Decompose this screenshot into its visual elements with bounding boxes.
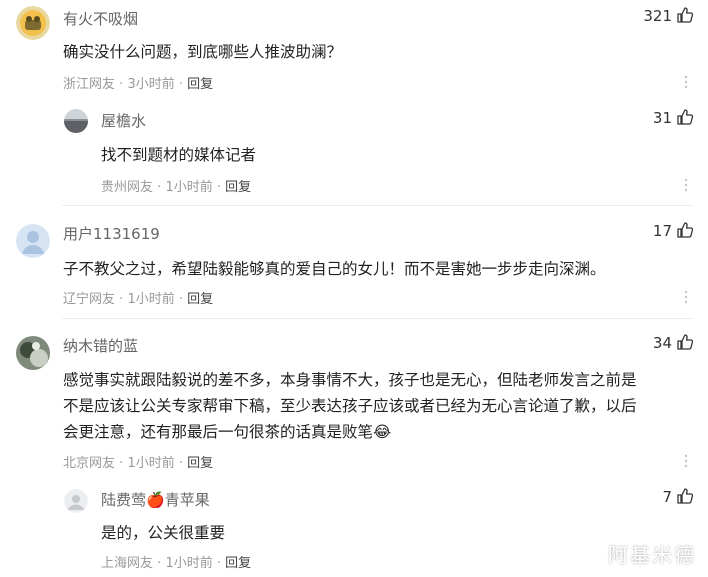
avatar[interactable] bbox=[16, 336, 50, 370]
thumbs-up-icon[interactable] bbox=[676, 487, 694, 509]
reply-button[interactable]: 回复 bbox=[225, 180, 251, 195]
comment-meta: 贵州网友 · 1小时前 · 回复 bbox=[101, 176, 251, 195]
comment-meta: 辽宁网友 · 1小时前 · 回复 bbox=[63, 288, 213, 307]
more-icon[interactable] bbox=[684, 289, 688, 308]
time: 1小时前 bbox=[127, 456, 175, 471]
time: 1小时前 bbox=[127, 292, 175, 307]
comment-text-line: 会更注意，还有那最后一句很茶的话真是败笔😂 bbox=[63, 419, 683, 445]
reply-button[interactable]: 回复 bbox=[187, 456, 213, 471]
location: 北京网友 bbox=[63, 456, 116, 471]
comment-meta: 上海网友 · 1小时前 · 回复 bbox=[101, 552, 251, 571]
thumbs-up-icon[interactable] bbox=[676, 6, 694, 28]
like-count: 7 bbox=[662, 488, 672, 506]
apple-emoji-icon: 🍎 bbox=[146, 491, 165, 509]
like-count: 17 bbox=[652, 222, 672, 240]
divider bbox=[62, 318, 694, 319]
meta-separator: · bbox=[119, 77, 124, 92]
thumbs-up-icon[interactable] bbox=[676, 108, 694, 130]
username[interactable]: 陆费莺🍎青苹果 bbox=[101, 489, 210, 510]
more-icon[interactable] bbox=[684, 177, 688, 196]
watermark: 阿基米德 bbox=[608, 543, 696, 567]
time: 3小时前 bbox=[127, 77, 175, 92]
comment-text-segment: 会更注意，还有那最后一句很茶的话真是败笔 bbox=[63, 423, 374, 441]
username[interactable]: 纳木错的蓝 bbox=[63, 335, 138, 356]
username-part: 青苹果 bbox=[164, 491, 210, 509]
meta-separator: · bbox=[216, 180, 221, 195]
meta-separator: · bbox=[157, 180, 162, 195]
comment-text-line: 不是应该让公关专家帮审下稿，至少表达孩子应该或者已经为无心言论道了歉，以后 bbox=[63, 397, 637, 415]
username[interactable]: 有火不吸烟 bbox=[63, 8, 138, 29]
comment-meta: 北京网友 · 1小时前 · 回复 bbox=[63, 452, 213, 471]
comment-meta: 浙江网友 · 3小时前 · 回复 bbox=[63, 73, 213, 92]
comment-text: 感觉事实就跟陆毅说的差不多，本身事情不大，孩子也是无心，但陆老师发言之前是 不是… bbox=[63, 367, 683, 445]
comment-text-line: 感觉事实就跟陆毅说的差不多，本身事情不大，孩子也是无心，但陆老师发言之前是 bbox=[63, 371, 637, 389]
reply-button[interactable]: 回复 bbox=[187, 292, 213, 307]
laughing-emoji-icon: 😂 bbox=[373, 423, 392, 441]
thumbs-up-icon[interactable] bbox=[676, 221, 694, 243]
reply-button[interactable]: 回复 bbox=[225, 556, 251, 571]
meta-separator: · bbox=[178, 456, 183, 471]
avatar[interactable] bbox=[64, 109, 88, 133]
like-count: 34 bbox=[652, 334, 672, 352]
comment-text: 是的，公关很重要 bbox=[101, 524, 226, 542]
like-count: 31 bbox=[652, 109, 672, 127]
time: 1小时前 bbox=[165, 180, 213, 195]
avatar[interactable] bbox=[64, 489, 88, 513]
meta-separator: · bbox=[119, 292, 124, 307]
meta-separator: · bbox=[178, 77, 183, 92]
avatar[interactable] bbox=[16, 6, 50, 40]
reply-button[interactable]: 回复 bbox=[187, 77, 213, 92]
more-icon[interactable] bbox=[684, 74, 688, 93]
meta-separator: · bbox=[178, 292, 183, 307]
location: 辽宁网友 bbox=[63, 292, 116, 307]
meta-separator: · bbox=[119, 456, 124, 471]
location: 浙江网友 bbox=[63, 77, 116, 92]
time: 1小时前 bbox=[165, 556, 213, 571]
more-icon[interactable] bbox=[684, 453, 688, 472]
username[interactable]: 用户1131619 bbox=[63, 223, 160, 244]
comment-text: 确实没什么问题，到底哪些人推波助澜？ bbox=[63, 43, 343, 61]
divider bbox=[62, 205, 694, 206]
username[interactable]: 屋檐水 bbox=[101, 110, 146, 131]
username-part: 陆费莺 bbox=[101, 491, 147, 509]
location: 贵州网友 bbox=[101, 180, 154, 195]
comment-text: 找不到题材的媒体记者 bbox=[101, 146, 257, 164]
location: 上海网友 bbox=[101, 556, 154, 571]
like-count: 321 bbox=[643, 7, 672, 25]
avatar[interactable] bbox=[16, 224, 50, 258]
meta-separator: · bbox=[216, 556, 221, 571]
thumbs-up-icon[interactable] bbox=[676, 333, 694, 355]
comment-text: 子不教父之过，希望陆毅能够真的爱自己的女儿！而不是害她一步步走向深渊。 bbox=[63, 260, 606, 278]
meta-separator: · bbox=[157, 556, 162, 571]
